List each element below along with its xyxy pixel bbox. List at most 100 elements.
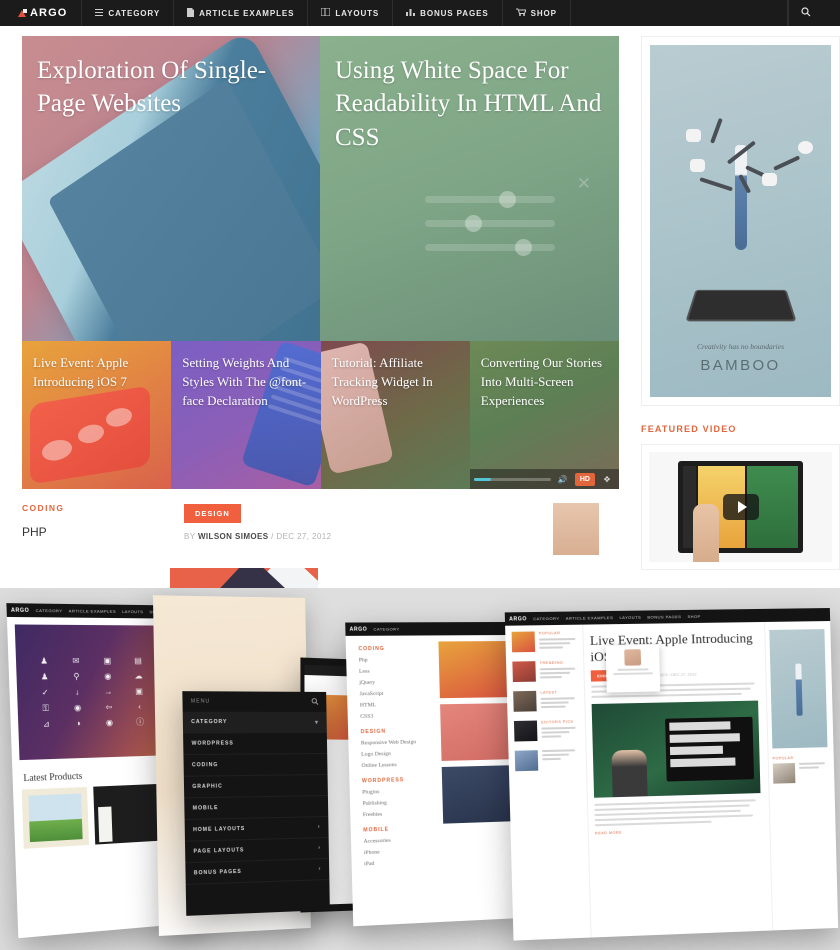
play-icon[interactable] [722,494,759,520]
byline-prefix: BY [184,532,196,541]
menu-item-label: CODING [191,761,219,769]
subcategory-label[interactable]: PHP [22,525,170,539]
menu-item-label: HOME LAYOUTS [193,825,246,834]
lower-right-column [470,503,619,555]
speaker-figure [611,749,648,798]
list-item[interactable] [514,749,582,772]
nav-item-category[interactable]: CATEGORY [82,0,175,26]
top-navbar: ARGO CATEGORY ARTICLE EXAMPLES LAYOUTS B… [0,0,840,26]
sitemap-link[interactable]: Online Lessons [361,761,431,769]
mockup-logo: ARGO [509,615,527,623]
site-logo[interactable]: ARGO [0,0,83,26]
article-sidebar: POPULAR TRENDING LATEST EDITORS PICK [505,625,591,941]
decorative-image [553,503,599,555]
author-name[interactable]: WILSON SIMOES [198,532,269,541]
content-wrap: Exploration Of Single-Page Websites ✕ Us… [0,26,840,588]
menu-title: MENU [190,698,211,705]
menu-item-wordpress[interactable]: WORDPRESS [183,732,328,756]
list-item[interactable]: POPULAR [511,631,579,653]
sitemap-link[interactable]: Responsive Web Design [361,739,431,746]
menu-item-label: BONUS PAGES [193,868,242,877]
sitemap-link[interactable]: Freebies [363,810,433,818]
tile-title: Setting Weights And Styles With The @fon… [182,355,307,408]
mobile-menu-header: MENU [182,691,326,712]
chat-icon: ◑ [75,718,81,728]
mockup-sitemap-page[interactable]: ARGO CATEGORY CODING Php Less jQuery Jav… [345,621,524,927]
theme-showcase: ARGO CATEGORY ARTICLE EXAMPLES LAYOUTS S… [0,588,840,950]
mockup-nav-item: LAYOUTS [619,614,642,621]
lower-article-strip: CODING PHP DESIGN BY WILSON SIMOES / DEC… [22,503,619,588]
mockup-nav-item: CATEGORY [35,607,63,614]
main-grid: Exploration Of Single-Page Websites ✕ Us… [22,36,840,588]
byline: BY WILSON SIMOES / DEC 27, 2012 [184,532,470,541]
sitemap-link[interactable]: HTML [360,701,430,708]
list-item[interactable]: TRENDING [512,660,579,683]
mockup-nav-item: SHOP [687,613,701,620]
nav-item-layouts[interactable]: LAYOUTS [308,0,394,26]
bamboo-ad-image: Creativity has no boundaries BAMBOO [650,45,831,397]
expand-icon[interactable]: ✥ [599,471,615,487]
mockup-article-page[interactable]: ARGO CATEGORY ARTICLE EXAMPLES LAYOUTS B… [504,608,839,941]
search-button[interactable] [788,0,822,26]
video-progress-bar[interactable] [473,477,551,481]
sitemap-link[interactable]: Plugins [362,788,432,796]
speaker-icon[interactable]: 🔊 [555,471,571,487]
tile-card-multiscreen[interactable]: Converting Our Stories Into Multi-Screen… [469,341,619,489]
advertisement-card[interactable]: Creativity has no boundaries BAMBOO [641,36,840,406]
menu-item-coding[interactable]: CODING [183,753,328,777]
sitemap-link[interactable]: Less [359,668,429,675]
mockup-nav-item: BONUS PAGES [647,614,682,620]
hero-card-white-space[interactable]: ✕ Using White Space For Readability In H… [320,36,619,341]
nav-label: LAYOUTS [335,8,380,18]
document-icon [187,7,195,19]
nav-label: CATEGORY [108,8,161,18]
status-badge[interactable]: DESIGN [184,504,241,523]
sitemap-link[interactable]: JavaScript [360,690,430,697]
video-controls[interactable]: 🔊 HD ✥ [469,469,619,489]
ad-brand-logo: BAMBOO [700,357,781,374]
share-icon: ⇦ [105,701,113,712]
presentation-slide [665,716,755,782]
article-thumbnail[interactable] [170,568,318,588]
read-more-link[interactable]: READ MORE [595,826,761,836]
tile-card-ios7[interactable]: Live Event: Apple Introducing iOS 7 [22,341,172,489]
nav-item-article-examples[interactable]: ARTICLE EXAMPLES [174,0,309,26]
menu-item-label: MOBILE [192,804,219,812]
sitemap-link[interactable]: jQuery [359,679,429,686]
sitemap-link[interactable]: iPad [364,858,434,868]
category-label[interactable]: CODING [22,503,170,513]
check-icon: ✓ [41,687,49,697]
hero-card-single-page[interactable]: Exploration Of Single-Page Websites [22,36,320,341]
search-icon[interactable] [311,697,318,706]
chevron-right-icon: › [318,845,321,852]
sitemap-link[interactable]: iPhone [364,847,434,856]
sidebar-ad[interactable] [769,629,828,749]
list-item[interactable]: LATEST [513,690,580,712]
nav-item-shop[interactable]: SHOP [503,0,571,26]
featured-video-card[interactable] [641,444,840,570]
menu-item-bonus-pages[interactable]: BONUS PAGES › [185,858,330,885]
chevron-right-icon: › [317,824,321,831]
sitemap-link[interactable]: Accessories [363,836,433,845]
menu-item-graphic[interactable]: GRAPHIC [183,775,328,799]
menu-item-category[interactable]: CATEGORY ▾ [182,711,327,734]
sitemap-link[interactable]: Php [359,657,429,663]
tile-card-font-face[interactable]: Setting Weights And Styles With The @fon… [171,341,321,489]
list-item[interactable] [772,762,829,784]
nav-label: SHOP [530,8,557,18]
nav-item-bonus-pages[interactable]: BONUS PAGES [393,0,503,26]
tile-card-affiliate[interactable]: Tutorial: Affiliate Tracking Widget In W… [320,341,470,489]
mockup-logo: ARGO [10,606,30,614]
sitemap-link[interactable]: CSS3 [360,713,430,720]
nav-tail-space [822,0,840,26]
group-heading-design: DESIGN [360,728,387,736]
article-body: POPULAR TRENDING LATEST EDITORS PICK Liv… [505,621,839,941]
hd-badge[interactable]: HD [574,472,595,486]
sitemap-link[interactable]: Logo Design [361,750,431,758]
site-preview: ARGO CATEGORY ARTICLE EXAMPLES LAYOUTS B… [0,0,840,588]
sitemap-link[interactable]: Publishing [362,799,432,807]
list-item[interactable]: EDITORS PICK [513,720,581,742]
code-icon: ‹ [138,701,142,711]
mockup-mobile-menu[interactable]: MENU CATEGORY ▾ WORDPRESS CODING GRAPHIC… [182,691,330,916]
mockup-nav-item: ARTICLE EXAMPLES [68,608,117,614]
